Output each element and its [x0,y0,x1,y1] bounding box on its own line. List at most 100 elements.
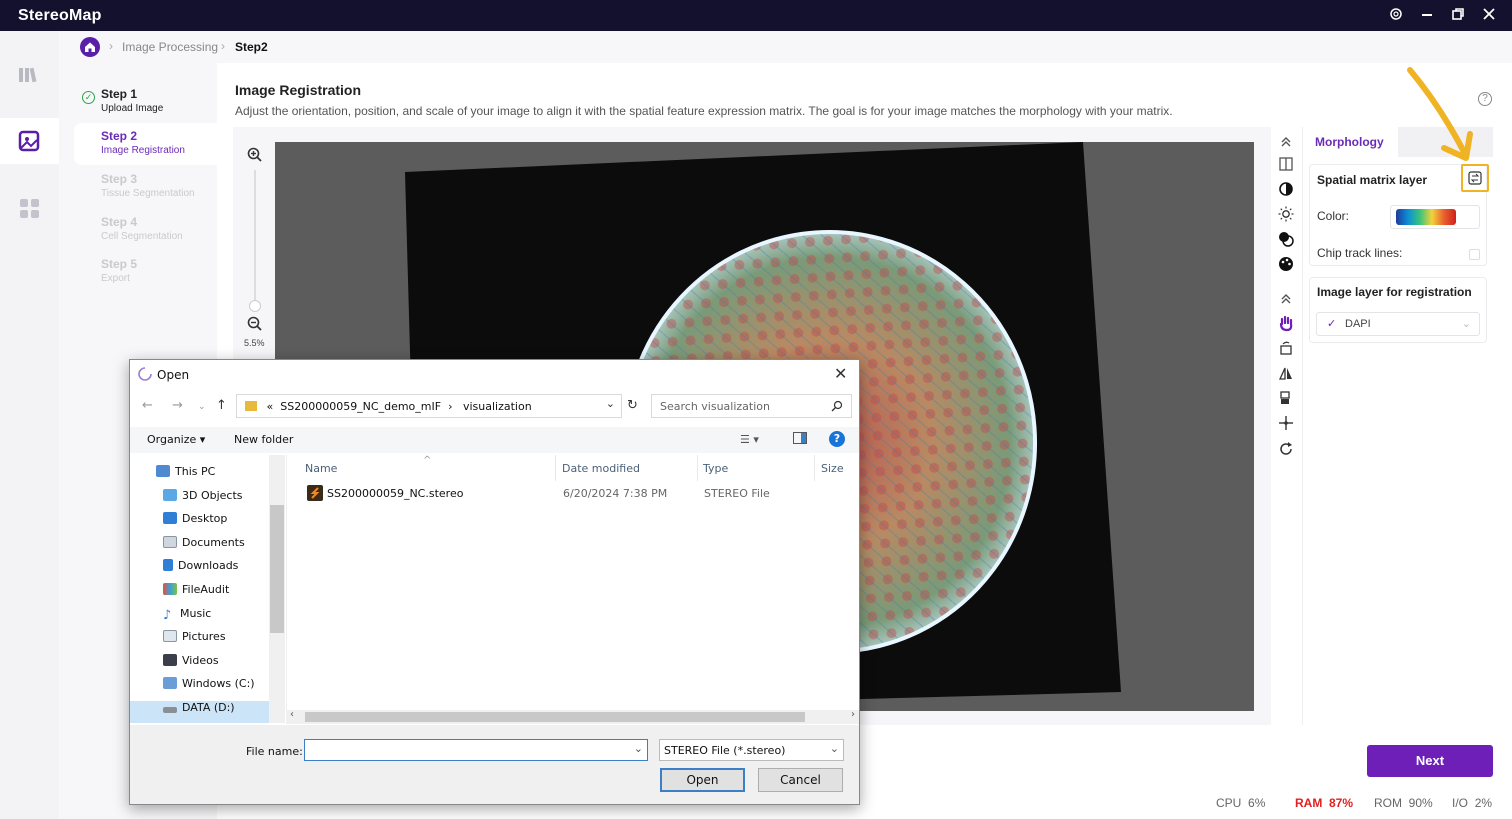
nav-pictures[interactable]: Pictures [163,630,226,652]
tool-strip [1271,127,1301,725]
step-subtitle: Image Registration [101,145,185,156]
step-4: Step 4 Cell Segmentation [74,209,217,251]
close-icon[interactable] [1480,6,1498,24]
view-options-icon[interactable]: ☰ ▾ [740,433,759,446]
restore-icon[interactable] [1449,6,1467,24]
nav-desktop[interactable]: Desktop [163,512,227,534]
zoom-slider-track[interactable] [254,170,256,310]
column-date[interactable]: Date modified [562,462,640,475]
chip-track-label: Chip track lines: [1317,246,1403,260]
zoom-out-icon[interactable] [246,315,264,333]
nav-fileaudit[interactable]: FileAudit [163,583,229,605]
breadcrumb-image-processing[interactable]: Image Processing [122,40,218,54]
tab-morphology[interactable]: Morphology [1304,127,1398,157]
refresh-icon[interactable]: ↻ [627,398,638,413]
rail-library[interactable] [0,53,59,99]
next-button[interactable]: Next [1367,745,1493,777]
palette-icon[interactable] [1277,255,1295,273]
search-input[interactable]: Search visualization [651,394,852,418]
back-arrow-icon[interactable]: ← [142,398,153,413]
zoom-slider-handle[interactable] [249,300,261,312]
scroll-right-icon[interactable]: › [851,709,855,720]
zoom-in-icon[interactable] [246,146,264,164]
rail-image-processing[interactable] [0,118,59,164]
path-segment[interactable]: visualization [463,400,532,413]
path-overflow: « [266,400,274,413]
nav-downloads[interactable]: Downloads [163,559,238,581]
path-segment[interactable]: SS200000059_NC_demo_mIF [280,400,441,413]
pictures-icon [163,630,177,642]
home-icon[interactable] [80,37,100,57]
scroll-left-icon[interactable]: ‹ [290,709,294,720]
horizontal-scroll-thumb[interactable] [305,712,805,722]
step-2[interactable]: Step 2 Image Registration [74,123,217,165]
help-icon[interactable]: ? [1478,92,1492,106]
nav-scroll-thumb[interactable] [270,505,284,633]
settings-icon[interactable] [1387,6,1405,24]
organize-button[interactable]: Organize ▾ [147,433,205,446]
new-folder-button[interactable]: New folder [234,433,293,446]
rail-apps[interactable] [0,185,59,231]
move-icon[interactable] [1277,414,1295,432]
nav-music[interactable]: ♪ Music [163,607,211,629]
color-label: Color: [1317,209,1350,223]
search-placeholder: Search visualization [660,400,770,413]
nav-documents[interactable]: Documents [163,536,245,558]
cancel-button[interactable]: Cancel [758,768,843,792]
file-row[interactable]: SS200000059_NC.stereo 6/20/2024 7:38 PM … [299,485,844,507]
nav-windows-c[interactable]: Windows (C:) [163,677,255,699]
image-layer-select[interactable]: ✓ DAPI ⌄ [1316,312,1480,336]
flip-horizontal-icon[interactable] [1277,364,1295,382]
rotate-icon[interactable] [1277,339,1295,357]
dialog-title: Open [157,368,190,382]
chip-track-checkbox[interactable] [1469,249,1480,260]
address-dropdown-icon[interactable]: ⌄ [606,397,615,410]
dialog-footer: File name: ⌄ STEREO File (*.stereo) ⌄ Op… [130,725,859,804]
step-subtitle: Upload Image [101,103,164,114]
nav-videos[interactable]: Videos [163,654,219,676]
open-button[interactable]: Open [660,768,745,792]
download-icon [163,559,173,571]
forward-arrow-icon[interactable]: → [172,398,183,413]
minimize-icon[interactable] [1418,6,1436,24]
column-type[interactable]: Type [703,462,728,475]
nav-3d-objects[interactable]: 3D Objects [163,489,243,511]
rom-status: ROM 90% [1374,796,1433,810]
file-name-label: File name: [246,745,303,758]
stereo-file-icon [307,485,323,501]
brightness-icon[interactable] [1277,205,1295,223]
column-size[interactable]: Size [821,462,844,475]
collapse-up-icon[interactable] [1277,133,1295,151]
dialog-close-icon[interactable]: ✕ [834,364,847,383]
swap-layer-button[interactable] [1461,164,1489,192]
nav-data-d[interactable]: DATA (D:) [130,701,269,723]
split-view-icon[interactable] [1277,155,1295,173]
step-title: Step 1 [101,87,138,101]
library-icon [19,67,37,83]
step-subtitle: Export [101,273,130,284]
nav-this-pc[interactable]: This PC [156,465,215,487]
contrast-icon[interactable] [1277,180,1295,198]
step-title: Step 5 [101,257,138,271]
file-type-select[interactable]: STEREO File (*.stereo) ⌄ [659,739,844,761]
column-name[interactable]: Name [305,462,337,475]
preview-pane-icon[interactable] [793,432,807,447]
recent-chevron-icon[interactable]: ⌄ [198,402,206,412]
step-1[interactable]: ✓ Step 1 Upload Image [74,81,217,123]
layers-icon[interactable] [1277,230,1295,248]
file-name-dropdown-icon[interactable]: ⌄ [634,742,643,755]
flip-vertical-icon[interactable] [1277,389,1295,407]
search-icon [831,400,843,412]
reset-icon[interactable] [1277,440,1295,458]
image-icon [18,130,40,152]
up-arrow-icon[interactable]: ↑ [216,398,227,413]
breadcrumb: › Image Processing › Step2 [59,31,1512,63]
address-bar[interactable]: « SS200000059_NC_demo_mIF › visualizatio… [236,394,622,418]
collapse-up-icon-2[interactable] [1277,290,1295,308]
file-name-input[interactable]: ⌄ [304,739,648,761]
help-icon[interactable]: ? [829,431,845,447]
cpu-status: CPU 6% [1216,796,1266,810]
pan-hand-icon[interactable] [1277,314,1295,332]
annotation-arrow-icon [1407,67,1473,161]
drive-icon [163,677,177,689]
